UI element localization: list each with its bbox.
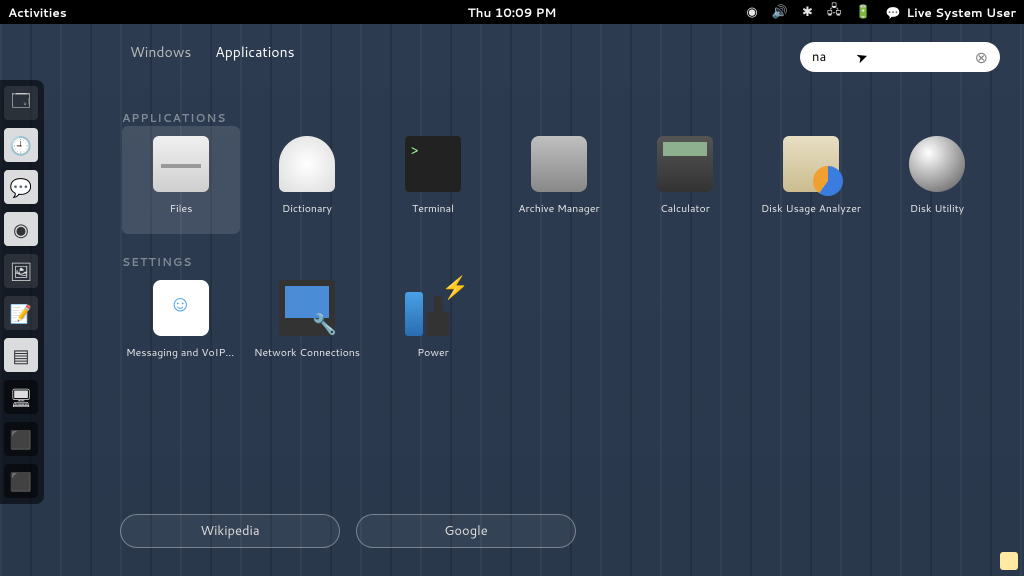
top-panel: Activities Thu 10:09 PM ◉ 🔊 ✱ 🖧 🔋 💬 Live… xyxy=(0,0,1024,24)
app-archive-manager[interactable]: Archive Manager xyxy=(500,126,618,234)
activities-button[interactable]: Activities xyxy=(8,4,67,21)
app-label: Messaging and VoIP A… xyxy=(126,346,236,360)
files-icon xyxy=(153,136,209,192)
user-menu[interactable]: 💬 Live System User xyxy=(886,4,1016,21)
settings-messaging-voip[interactable]: Messaging and VoIP A… xyxy=(122,270,240,378)
section-label-applications: APPLICATIONS xyxy=(122,110,226,126)
chat-status-icon: 💬 xyxy=(886,4,901,21)
dash-item[interactable]: 🖼 xyxy=(4,254,38,288)
network-connections-icon xyxy=(279,280,335,336)
app-label: Calculator xyxy=(660,202,710,216)
calculator-icon xyxy=(657,136,713,192)
battery-icon[interactable]: 🔋 xyxy=(855,3,871,21)
app-calculator[interactable]: Calculator xyxy=(626,126,744,234)
search-provider-google[interactable]: Google xyxy=(356,514,576,548)
app-terminal[interactable]: Terminal xyxy=(374,126,492,234)
settings-network-connections[interactable]: Network Connections xyxy=(248,270,366,378)
user-label: Live System User xyxy=(906,4,1016,21)
dash-item[interactable]: 🖥 xyxy=(4,380,38,414)
dash-item[interactable]: ⬛ xyxy=(4,464,38,498)
app-dictionary[interactable]: Dictionary xyxy=(248,126,366,234)
search-box[interactable]: ➤ ⊗ xyxy=(800,42,1000,72)
disk-utility-icon xyxy=(909,136,965,192)
search-input[interactable] xyxy=(812,48,975,66)
settings-grid: Messaging and VoIP A… Network Connection… xyxy=(122,270,1000,378)
clear-search-icon[interactable]: ⊗ xyxy=(975,46,988,69)
app-label: Disk Usage Analyzer xyxy=(761,202,861,216)
applications-grid: Files Dictionary Terminal Archive Manage… xyxy=(122,126,1000,234)
app-label: Archive Manager xyxy=(518,202,599,216)
terminal-icon xyxy=(405,136,461,192)
activities-overview: 🗔 🕘 💬 ◉ 🖼 📝 ▤ 🖥 ⬛ ⬛ Windows Applications… xyxy=(0,24,1024,576)
app-disk-utility[interactable]: Disk Utility xyxy=(878,126,996,234)
power-icon: ⚡ xyxy=(405,280,461,336)
dash-item[interactable]: 💬 xyxy=(4,170,38,204)
bluetooth-icon[interactable]: ✱ xyxy=(802,3,813,21)
dictionary-icon xyxy=(279,136,335,192)
search-providers: Wikipedia Google xyxy=(120,514,576,548)
dash-item[interactable]: 🕘 xyxy=(4,128,38,162)
dash-item[interactable]: ◉ xyxy=(4,212,38,246)
tab-windows[interactable]: Windows xyxy=(130,42,191,62)
app-label: Dictionary xyxy=(282,202,332,216)
app-label: Disk Utility xyxy=(910,202,964,216)
disk-usage-analyzer-icon xyxy=(783,136,839,192)
app-files[interactable]: Files xyxy=(122,126,240,234)
accessibility-icon[interactable]: ◉ xyxy=(746,3,757,21)
clock[interactable]: Thu 10:09 PM xyxy=(468,4,557,21)
archive-manager-icon xyxy=(531,136,587,192)
dash-item[interactable]: 🗔 xyxy=(4,86,38,120)
section-label-settings: SETTINGS xyxy=(122,254,193,270)
dash-item[interactable]: 📝 xyxy=(4,296,38,330)
app-label: Network Connections xyxy=(254,346,360,360)
message-tray-icon[interactable] xyxy=(1000,552,1018,570)
volume-icon[interactable]: 🔊 xyxy=(772,3,788,21)
overview-tabs: Windows Applications xyxy=(130,42,295,62)
app-label: Files xyxy=(170,202,193,216)
app-label: Power xyxy=(417,346,448,360)
app-disk-usage-analyzer[interactable]: Disk Usage Analyzer xyxy=(752,126,870,234)
dash: 🗔 🕘 💬 ◉ 🖼 📝 ▤ 🖥 ⬛ ⬛ xyxy=(0,80,44,504)
messaging-voip-icon xyxy=(153,280,209,336)
dash-item[interactable]: ▤ xyxy=(4,338,38,372)
app-label: Terminal xyxy=(412,202,454,216)
search-provider-wikipedia[interactable]: Wikipedia xyxy=(120,514,340,548)
network-icon[interactable]: 🖧 xyxy=(827,1,842,23)
settings-power[interactable]: ⚡ Power xyxy=(374,270,492,378)
tab-applications[interactable]: Applications xyxy=(215,42,294,62)
dash-item[interactable]: ⬛ xyxy=(4,422,38,456)
